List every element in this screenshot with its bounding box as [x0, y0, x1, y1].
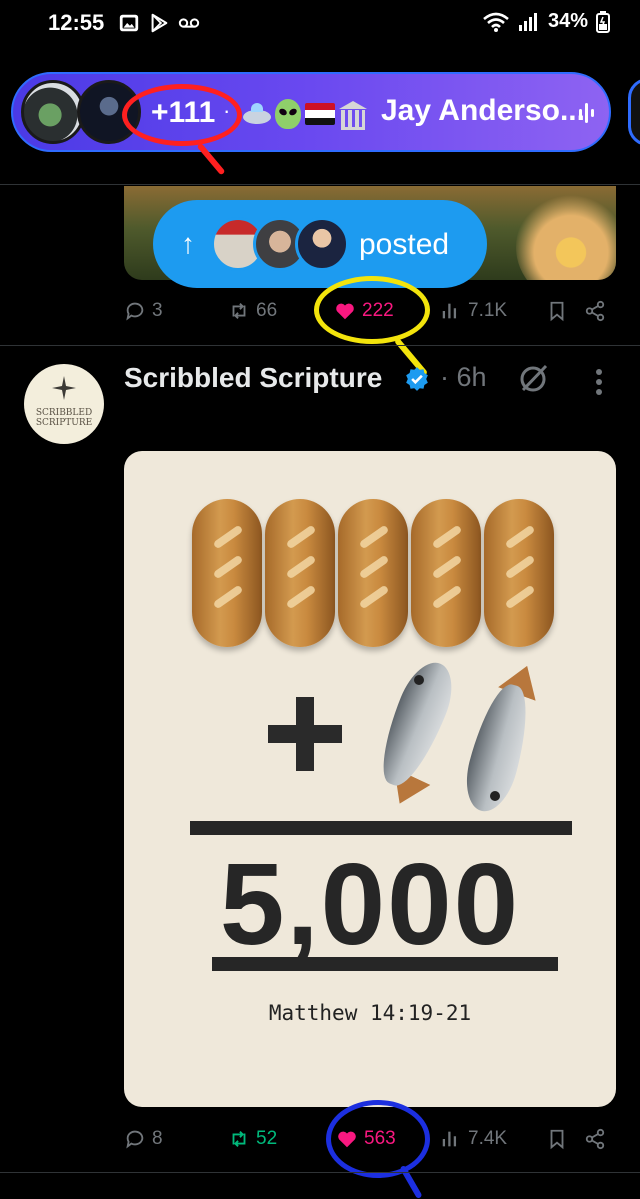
- share-button[interactable]: [584, 300, 606, 322]
- status-bar: 12:55 34%: [0, 0, 640, 48]
- divider: [0, 184, 640, 185]
- repost-count: 52: [256, 1128, 278, 1149]
- battery-percent: 34%: [547, 10, 588, 32]
- views-button[interactable]: 7.1K: [440, 300, 507, 322]
- views-icon: [442, 1131, 457, 1147]
- next-space-avatar[interactable]: [628, 78, 640, 146]
- author-avatar[interactable]: SCRIBBLED SCRIPTURE: [24, 364, 104, 444]
- post-time: 6h: [456, 362, 487, 392]
- plus-sign: [296, 697, 314, 771]
- egypt-flag-icon: [305, 103, 335, 125]
- spaces-emoji-row: [243, 96, 367, 132]
- bookmark-icon: [550, 1129, 564, 1150]
- audio-wave-icon: [579, 100, 594, 126]
- signal-icon: [518, 12, 537, 31]
- view-count: 7.4K: [468, 1128, 508, 1149]
- reply-count: 3: [152, 300, 163, 321]
- annotation-circle-yellow: [314, 276, 430, 344]
- repost-button[interactable]: 66: [228, 300, 277, 322]
- views-icon: [442, 303, 457, 319]
- voicemail-icon: [178, 18, 200, 28]
- reply-icon: [126, 1130, 144, 1149]
- image-icon: [119, 14, 139, 32]
- avatar: [21, 80, 85, 144]
- reply-button[interactable]: 8: [124, 1128, 163, 1150]
- spaces-live-bar[interactable]: +111 · Jay Anderso...: [11, 72, 611, 152]
- share-button[interactable]: [584, 1128, 606, 1150]
- repost-count: 66: [256, 300, 278, 321]
- repost-icon: [232, 303, 246, 319]
- battery-icon: [596, 10, 610, 33]
- annotation-circle-red: [122, 84, 242, 146]
- bread-loaf: [265, 499, 335, 647]
- flower-illustration: [516, 192, 616, 280]
- post-timestamp: · 6h: [440, 362, 487, 393]
- avatar-logo-text: SCRIBBLED SCRIPTURE: [35, 408, 93, 428]
- repost-button[interactable]: 52: [228, 1128, 277, 1150]
- verse-reference: Matthew 14:19-21: [268, 1001, 472, 1025]
- views-button[interactable]: 7.4K: [440, 1128, 507, 1150]
- status-notification-icons: [118, 12, 200, 34]
- author-name[interactable]: Scribbled Scripture: [124, 362, 382, 394]
- avatar: [295, 217, 349, 271]
- arrow-up-icon: ↑: [181, 228, 195, 259]
- bookmark-button[interactable]: [546, 300, 568, 322]
- post-image[interactable]: 5,000 Matthew 14:19-21: [124, 451, 616, 1107]
- compass-star-icon: [52, 376, 76, 400]
- play-store-icon: [151, 13, 168, 33]
- annotation-stroke-blue: [399, 1164, 423, 1199]
- underline-rule: [212, 957, 558, 971]
- posted-label: posted: [359, 228, 450, 261]
- bread-loaf: [192, 499, 262, 647]
- divider: [0, 345, 640, 346]
- classical-building-icon: [339, 101, 367, 130]
- new-posts-pill[interactable]: ↑ posted: [153, 200, 487, 288]
- bookmark-icon: [550, 301, 564, 322]
- verified-icon: [406, 367, 428, 391]
- reply-icon: [126, 302, 144, 321]
- equation-result: 5,000: [219, 839, 521, 969]
- bread-loaf: [338, 499, 408, 647]
- view-count: 7.1K: [468, 300, 508, 321]
- fraction-line: [190, 821, 572, 835]
- divider: [0, 1172, 640, 1173]
- status-system-icons: 34%: [482, 10, 610, 33]
- status-time: 12:55: [48, 10, 105, 35]
- spaces-host-name: Jay Anderso...: [381, 94, 585, 127]
- share-icon: [585, 1128, 605, 1150]
- wifi-icon: [483, 12, 509, 32]
- more-icon[interactable]: [592, 368, 606, 396]
- reply-button[interactable]: 3: [124, 300, 163, 322]
- grok-icon[interactable]: [518, 362, 550, 394]
- bread-loaf: [411, 499, 481, 647]
- bookmark-button[interactable]: [546, 1128, 568, 1150]
- alien-icon: [275, 99, 301, 129]
- ufo-icon: [243, 103, 271, 124]
- repost-icon: [232, 1131, 246, 1147]
- bread-loaf: [484, 499, 554, 647]
- reply-count: 8: [152, 1128, 163, 1149]
- separator: ·: [440, 362, 449, 392]
- annotation-circle-blue: [326, 1100, 430, 1178]
- post-actions: 8 52 563 7.4K: [0, 1128, 640, 1168]
- share-icon: [585, 300, 605, 322]
